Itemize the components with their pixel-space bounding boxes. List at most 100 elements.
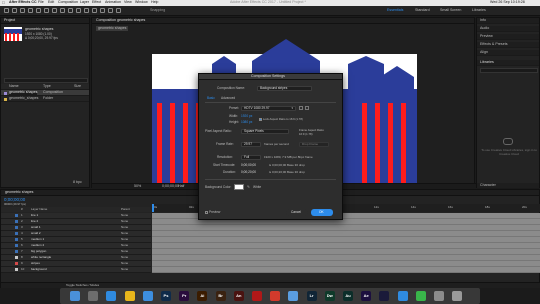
label-color[interactable] <box>15 232 18 235</box>
panel-audio[interactable]: Audio <box>480 27 489 31</box>
layer-bar[interactable] <box>152 243 540 249</box>
system-prefs-icon[interactable] <box>434 290 444 301</box>
col-parent[interactable]: Parent <box>121 208 130 211</box>
preview-checkbox[interactable] <box>205 211 208 214</box>
panel-libraries[interactable]: Libraries <box>480 61 494 65</box>
col-type[interactable]: Type <box>43 85 51 89</box>
pen-tool-icon[interactable] <box>68 8 73 13</box>
rotate-tool-icon[interactable] <box>36 8 41 13</box>
layer-bar[interactable] <box>152 249 540 255</box>
panel-align[interactable]: Align <box>480 51 488 55</box>
comp-sub-tab[interactable]: geometric shapes <box>96 26 129 31</box>
label-color[interactable] <box>15 226 18 229</box>
menu-file[interactable]: File <box>38 1 44 5</box>
project-search-input[interactable] <box>4 78 88 83</box>
project-tab[interactable]: Project <box>4 19 15 23</box>
chrome-icon[interactable] <box>124 290 135 301</box>
tab-basic[interactable]: Basic <box>207 96 215 100</box>
libraries-search-input[interactable] <box>480 68 538 73</box>
panel-info[interactable]: Info <box>480 19 486 23</box>
menu-composition[interactable]: Composition <box>58 1 78 5</box>
pixel-aspect-dropdown[interactable]: Square Pixels <box>241 128 289 134</box>
panel-effects-presets[interactable]: Effects & Presets <box>480 43 508 47</box>
duration-value[interactable]: 0;00;20;00 <box>241 170 256 174</box>
layer-bar[interactable] <box>152 255 540 261</box>
folder-icon[interactable] <box>288 290 299 301</box>
trash-icon[interactable] <box>452 290 463 301</box>
workspace-essentials[interactable]: Essentials <box>387 8 403 13</box>
roto-brush-icon[interactable] <box>108 8 113 13</box>
menu-window[interactable]: Window <box>135 1 148 5</box>
resolution-dropdown[interactable]: Full <box>241 154 261 160</box>
animate-icon[interactable]: An <box>233 290 244 301</box>
menu-edit[interactable]: Edit <box>48 1 54 5</box>
layer-row[interactable]: 2 line 2 None <box>1 219 151 225</box>
col-size[interactable]: Size <box>74 85 81 89</box>
acrobat-icon[interactable] <box>252 290 262 301</box>
puppet-tool-icon[interactable] <box>116 8 121 13</box>
delete-preset-icon[interactable] <box>305 106 309 110</box>
layer-row[interactable]: 4 small 2 None <box>1 231 151 237</box>
snapping-checkbox[interactable]: Snapping <box>150 8 165 13</box>
comp-name-input[interactable]: Background stripes <box>257 85 312 91</box>
illustrator-icon[interactable]: Ai <box>197 290 208 301</box>
media-encoder-icon[interactable] <box>379 290 390 301</box>
pan-behind-tool-icon[interactable] <box>52 8 57 13</box>
tab-advanced[interactable]: Advanced <box>221 96 235 100</box>
premiere-icon[interactable]: Pr <box>179 290 190 301</box>
col-name[interactable]: Name <box>9 85 19 89</box>
composition-tab[interactable]: Composition geometric shapes <box>96 19 145 23</box>
menu-layer[interactable]: Layer <box>80 1 89 5</box>
cancel-button[interactable]: Cancel <box>286 209 308 216</box>
type-tool-icon[interactable] <box>76 8 81 13</box>
app-menu[interactable]: After Effects CC <box>9 1 37 5</box>
menu-help[interactable]: Help <box>151 1 158 5</box>
layer-row[interactable]: 3 small 1 None <box>1 225 151 231</box>
launchpad-icon[interactable] <box>88 290 99 301</box>
safari-icon[interactable] <box>106 290 117 301</box>
home-icon[interactable] <box>4 8 9 13</box>
layer-bar[interactable] <box>152 231 540 237</box>
zoom-tool-icon[interactable] <box>28 8 33 13</box>
bg-color-swatch[interactable] <box>234 184 244 190</box>
eyedropper-icon[interactable]: ✎ <box>247 185 250 190</box>
width-value[interactable]: 1920 px <box>241 114 252 118</box>
layer-row[interactable]: 9 stripes None <box>1 261 151 267</box>
app-store-icon[interactable] <box>397 290 408 301</box>
mail-icon[interactable] <box>142 290 153 301</box>
frame-rate-dropdown[interactable]: 29.97 <box>241 141 261 147</box>
label-color[interactable] <box>15 268 18 271</box>
layer-bar[interactable] <box>152 225 540 231</box>
workspace-libraries[interactable]: Libraries <box>472 8 486 13</box>
layer-row[interactable]: 8 white rectangle None <box>1 255 151 261</box>
brush-tool-icon[interactable] <box>84 8 89 13</box>
playhead[interactable] <box>152 204 154 212</box>
after-effects-icon[interactable]: Ae <box>361 290 372 301</box>
selection-tool-icon[interactable] <box>12 8 17 13</box>
height-value[interactable]: 1080 px <box>241 120 252 124</box>
hand-tool-icon[interactable] <box>20 8 25 13</box>
project-item[interactable]: geometric_shapes Folder <box>1 96 89 102</box>
layer-row[interactable]: 5 medium 1 None <box>1 237 151 243</box>
toggle-switches-modes[interactable]: Toggle Switches / Modes <box>66 284 99 287</box>
layer-row[interactable]: 10 background None <box>1 267 151 273</box>
layer-bar[interactable] <box>152 237 540 243</box>
panel-character[interactable]: Character <box>480 184 496 188</box>
eraser-tool-icon[interactable] <box>100 8 105 13</box>
preset-dropdown[interactable]: HDTV 1080 29.97 ▾ <box>241 105 296 111</box>
label-color[interactable] <box>15 256 18 259</box>
label-color[interactable] <box>15 220 18 223</box>
bpc-toggle[interactable]: 8 bpc <box>73 180 82 185</box>
camera-tool-icon[interactable] <box>44 8 49 13</box>
lightroom-icon[interactable]: Lr <box>306 290 317 301</box>
menu-animation[interactable]: Animation <box>105 1 121 5</box>
label-color[interactable] <box>15 238 18 241</box>
save-preset-icon[interactable] <box>299 106 303 110</box>
start-timecode-value[interactable]: 0;00;00;00 <box>241 163 256 167</box>
layer-bar[interactable] <box>152 261 540 267</box>
audition-icon[interactable]: Au <box>343 290 353 301</box>
apple-icon[interactable]:  <box>2 1 5 5</box>
messages-icon[interactable] <box>415 290 426 301</box>
workspace-small-screen[interactable]: Small Screen <box>440 8 461 13</box>
timeline-tab[interactable]: geometric shapes <box>5 191 33 195</box>
